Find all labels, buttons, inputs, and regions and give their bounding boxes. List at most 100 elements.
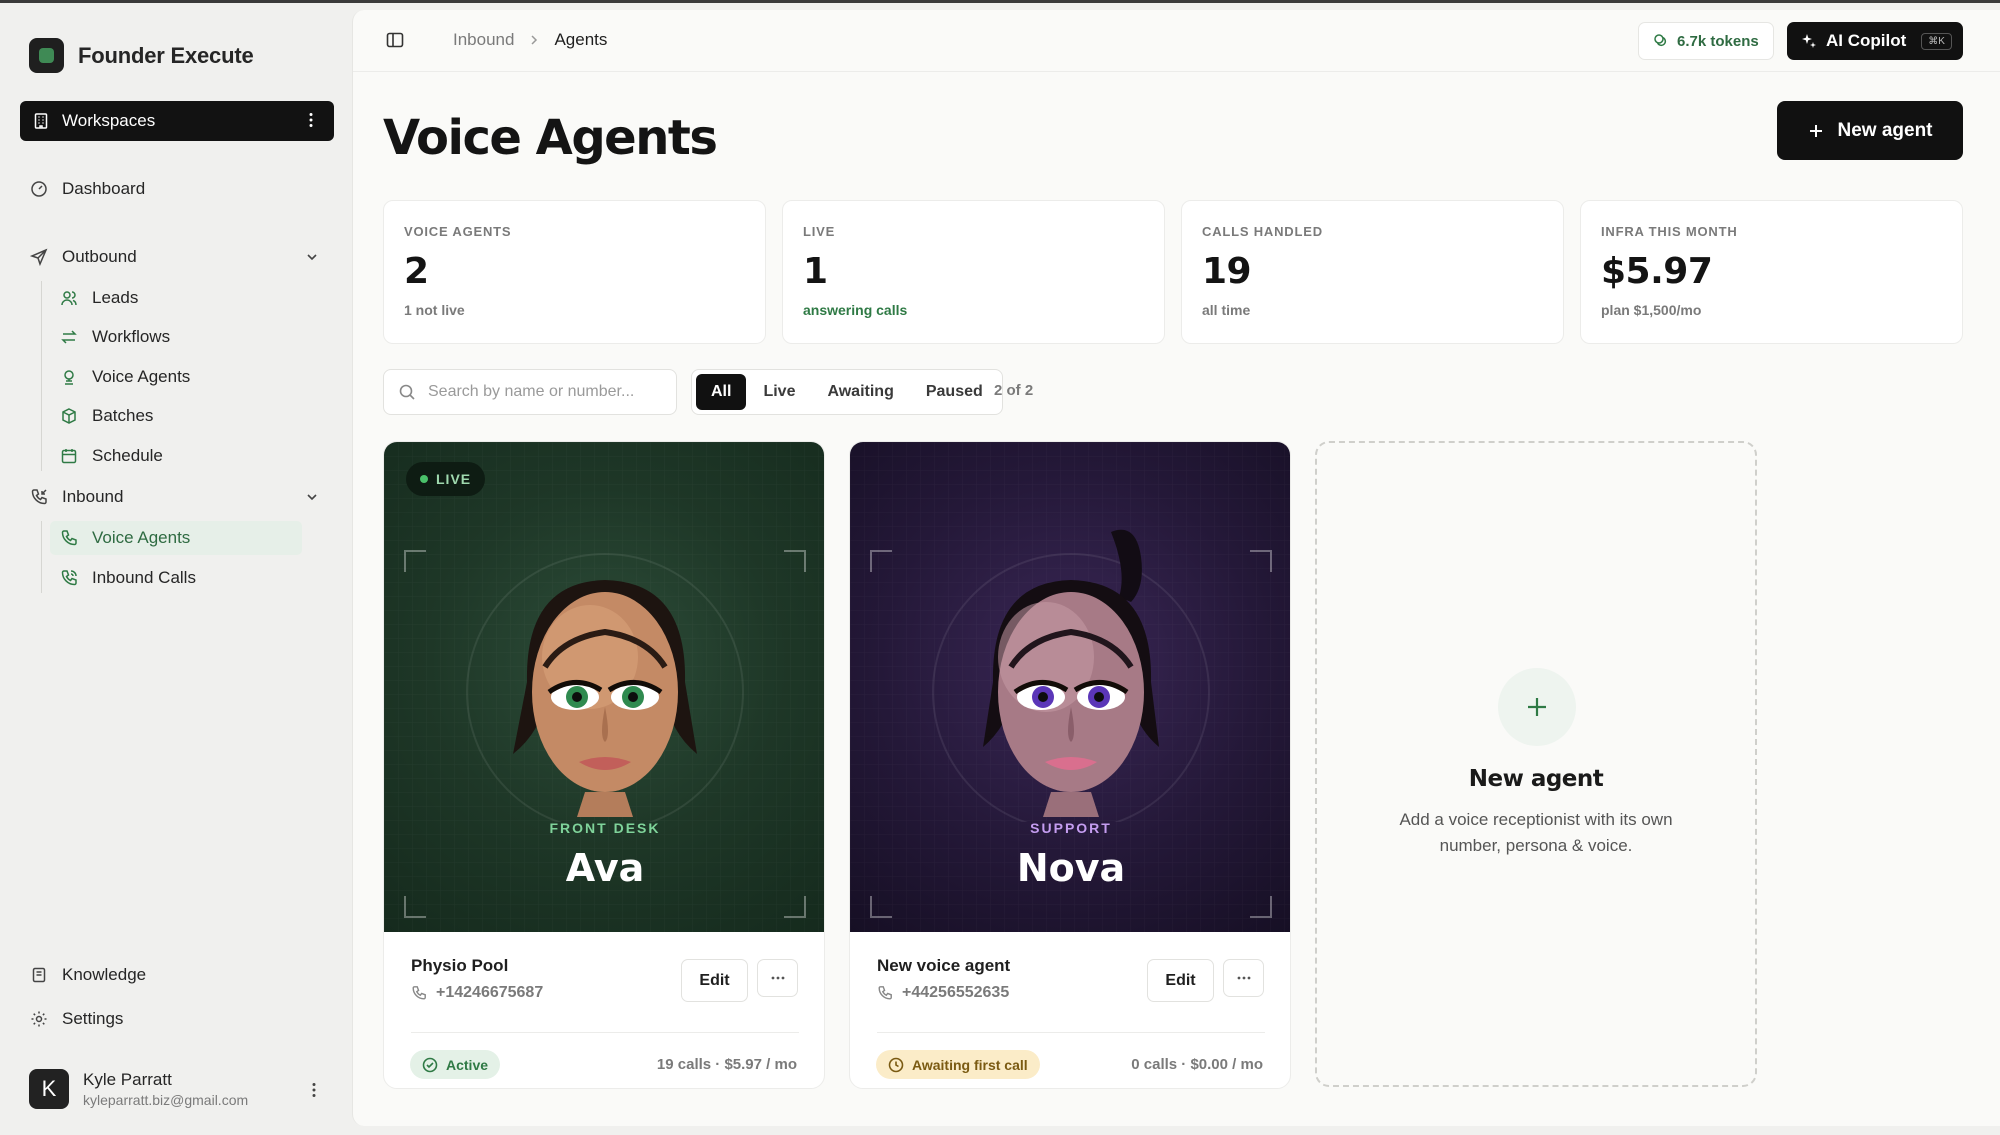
sidebar-item-knowledge[interactable]: Knowledge — [20, 958, 334, 992]
check-circle-icon — [422, 1057, 438, 1072]
sidebar-item-inbound-calls[interactable]: Inbound Calls — [50, 561, 302, 595]
sidebar-item-dashboard[interactable]: Dashboard — [20, 172, 334, 206]
brand[interactable]: Founder Execute — [29, 38, 254, 73]
gauge-icon — [31, 181, 47, 197]
book-icon — [32, 967, 46, 983]
sidebar-group-inbound[interactable]: Inbound — [20, 480, 334, 514]
stat-label: CALLS HANDLED — [1202, 224, 1323, 239]
sidebar-item-voice-agents-outbound[interactable]: Voice Agents — [50, 360, 302, 394]
new-agent-card-title: New agent — [1468, 766, 1604, 792]
user-profile[interactable]: K Kyle Parratt kyleparratt.biz@gmail.com — [29, 1069, 248, 1109]
sidebar-item-schedule[interactable]: Schedule — [50, 439, 302, 473]
status-badge: Active — [410, 1050, 501, 1079]
divider — [411, 1032, 799, 1033]
stat-sub: answering calls — [803, 302, 908, 318]
arrows-swap-icon — [61, 330, 77, 344]
frame-corner — [784, 896, 806, 918]
frame-corner — [784, 550, 806, 572]
sidebar-item-label: Inbound — [62, 487, 124, 506]
brand-logo-icon — [29, 38, 64, 73]
agent-usage: 0 calls · $0.00 / mo — [1131, 1056, 1263, 1073]
agent-phone: +14246675687 — [411, 984, 543, 1002]
sidebar-toggle-icon[interactable] — [385, 30, 405, 50]
frame-corner — [404, 896, 426, 918]
agent-phone-number: +14246675687 — [436, 984, 544, 1001]
plus-icon — [1528, 698, 1546, 716]
plus-circle — [1498, 668, 1576, 746]
more-options-button[interactable] — [757, 959, 798, 997]
sidebar-item-voice-agents-inbound[interactable]: Voice Agents — [50, 521, 302, 555]
agent-role: FRONT DESK — [549, 820, 661, 836]
more-vertical-icon[interactable] — [305, 1081, 323, 1099]
ai-copilot-button[interactable]: AI Copilot ⌘K — [1787, 22, 1963, 60]
agent-visual: SUPPORT Nova — [850, 442, 1290, 932]
breadcrumb: Inbound Agents — [453, 30, 607, 50]
user-name: Kyle Parratt — [83, 1070, 172, 1089]
chevron-down-icon[interactable] — [304, 249, 320, 265]
sidebar-item-label: Batches — [92, 406, 154, 425]
filter-paused[interactable]: Paused — [911, 374, 998, 410]
agent-card-ava[interactable]: LIVE FRONT DESK Ava Physio Pool +1424667… — [383, 441, 825, 1089]
agent-role: SUPPORT — [1030, 820, 1112, 836]
sidebar-group-outbound[interactable]: Outbound — [20, 240, 334, 274]
filter-tabs: All Live Awaiting Paused — [691, 369, 1003, 415]
edit-button[interactable]: Edit — [1147, 959, 1214, 1002]
sidebar: Founder Execute Workspaces Dashboard Out… — [0, 3, 352, 1135]
more-options-button[interactable] — [1223, 959, 1264, 997]
chevron-down-icon[interactable] — [304, 489, 320, 505]
workspaces-button[interactable]: Workspaces — [20, 101, 334, 141]
filter-all[interactable]: All — [696, 374, 747, 410]
sidebar-item-workflows[interactable]: Workflows — [50, 320, 302, 354]
new-agent-button[interactable]: New agent — [1777, 101, 1963, 160]
sidebar-item-label: Outbound — [62, 247, 137, 266]
phone-icon — [412, 986, 426, 1000]
filter-awaiting[interactable]: Awaiting — [812, 374, 908, 410]
stat-card-infra: INFRA THIS MONTH $5.97 plan $1,500/mo — [1580, 200, 1963, 344]
workspaces-label: Workspaces — [62, 111, 156, 130]
stat-sub: all time — [1202, 302, 1251, 318]
phone-icon — [878, 986, 892, 1000]
frame-corner — [1250, 896, 1272, 918]
stat-label: LIVE — [803, 224, 836, 239]
sidebar-item-label: Voice Agents — [92, 367, 191, 386]
user-email: kyleparratt.biz@gmail.com — [83, 1092, 249, 1108]
live-dot-icon — [420, 475, 428, 483]
search-input[interactable] — [428, 383, 648, 401]
agent-title: Physio Pool — [411, 956, 509, 975]
search-box[interactable] — [383, 369, 677, 415]
gear-icon — [31, 1011, 47, 1027]
stat-value: 1 — [803, 251, 828, 292]
more-horizontal-icon — [1237, 976, 1250, 980]
stat-value: 19 — [1202, 251, 1252, 292]
sidebar-item-leads[interactable]: Leads — [50, 281, 302, 315]
sidebar-item-label: Workflows — [92, 327, 171, 346]
sidebar-item-batches[interactable]: Batches — [50, 399, 302, 433]
agent-name: Nova — [1016, 846, 1126, 890]
sidebar-item-label: Inbound Calls — [92, 568, 196, 587]
search-icon — [399, 384, 415, 400]
tokens-badge[interactable]: 6.7k tokens — [1638, 22, 1774, 60]
stat-card-live: LIVE 1 answering calls — [782, 200, 1165, 344]
sidebar-item-label: Dashboard — [62, 179, 146, 198]
results-count: 2 of 2 — [994, 382, 1034, 399]
sidebar-item-label: Schedule — [92, 446, 163, 465]
agent-face-avatar — [466, 553, 744, 822]
page-title: Voice Agents — [383, 110, 718, 166]
more-vertical-icon[interactable] — [302, 111, 320, 129]
agent-phone: +44256552635 — [877, 984, 1009, 1002]
edit-button[interactable]: Edit — [681, 959, 748, 1002]
frame-corner — [1250, 550, 1272, 572]
live-badge: LIVE — [406, 462, 486, 496]
breadcrumb-inbound[interactable]: Inbound — [453, 30, 514, 50]
agent-card-nova[interactable]: SUPPORT Nova New voice agent +4425655263… — [849, 441, 1291, 1089]
sidebar-item-settings[interactable]: Settings — [20, 1002, 334, 1036]
keyboard-shortcut: ⌘K — [1921, 32, 1952, 50]
agent-face-avatar — [932, 529, 1210, 822]
stat-card-voice-agents: VOICE AGENTS 2 1 not live — [383, 200, 766, 344]
new-agent-card[interactable]: New agent Add a voice receptionist with … — [1315, 441, 1757, 1087]
tree-line — [41, 521, 42, 593]
agent-phone-number: +44256552635 — [902, 984, 1010, 1001]
main-panel: Inbound Agents 6.7k tokens AI Copilot ⌘K… — [352, 10, 2000, 1126]
stats-row: VOICE AGENTS 2 1 not live LIVE 1 answeri… — [383, 200, 1963, 344]
filter-live[interactable]: Live — [748, 374, 810, 410]
